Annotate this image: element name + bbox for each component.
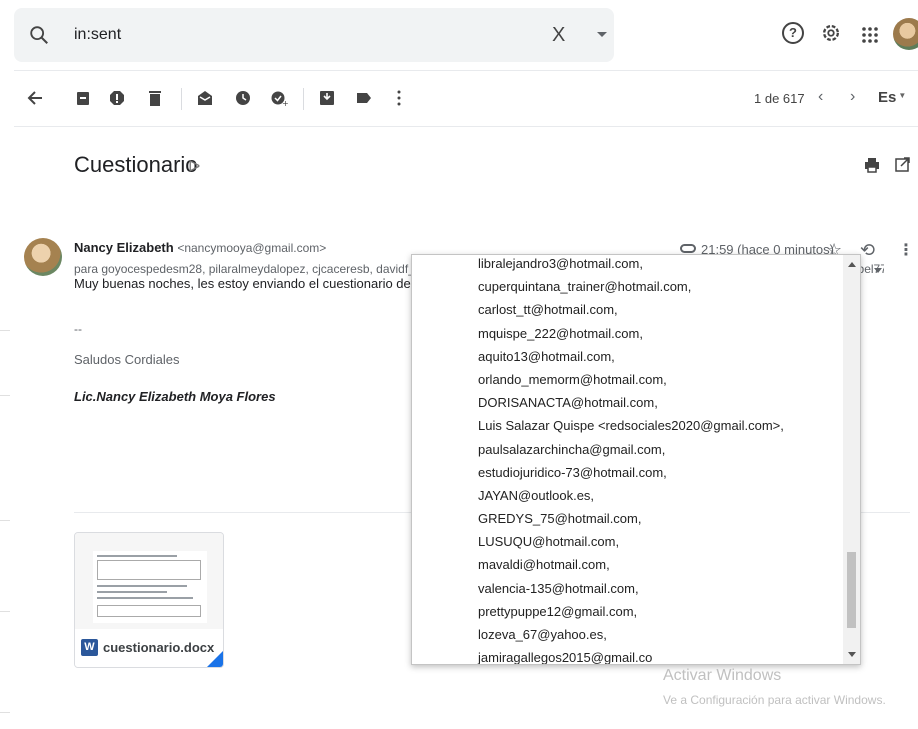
autocomplete-item[interactable]: aquito13@hotmail.com, — [478, 345, 784, 368]
back-arrow-icon[interactable] — [26, 89, 44, 107]
search-options-dropdown-icon[interactable] — [597, 32, 607, 37]
left-edge-mark — [0, 712, 10, 713]
svg-text:+: + — [282, 99, 288, 107]
message-more-icon[interactable]: ⋮ — [898, 240, 914, 260]
print-icon[interactable] — [864, 157, 880, 173]
previous-button[interactable]: ‹ — [818, 88, 823, 106]
autocomplete-item[interactable]: orlando_memorm@hotmail.com, — [478, 368, 784, 391]
autocomplete-item[interactable]: paulsalazarchincha@gmail.com, — [478, 438, 784, 461]
autocomplete-item[interactable]: Luis Salazar Quispe <redsociales2020@gma… — [478, 414, 784, 437]
autocomplete-item[interactable]: jamiragallegos2015@gmail.co — [478, 646, 784, 664]
sender-line: Nancy Elizabeth <nancymooya@gmail.com> — [74, 240, 326, 255]
search-bar[interactable]: X — [14, 8, 614, 62]
reply-icon[interactable]: ⟲ — [860, 240, 875, 261]
attachment-card[interactable]: W cuestionario.docx — [74, 532, 224, 668]
scrollbar-thumb[interactable] — [847, 552, 856, 628]
autocomplete-item[interactable]: prettypuppe12@gmail.com, — [478, 600, 784, 623]
regards-text: Saludos Cordiales — [74, 352, 180, 367]
left-edge-mark — [0, 395, 10, 396]
sender-name[interactable]: Nancy Elizabeth — [74, 240, 174, 255]
pager-count: 1 de 617 — [754, 91, 805, 106]
apps-grid-icon[interactable] — [860, 25, 880, 45]
attachment-corner-fold — [205, 649, 223, 667]
autocomplete-item[interactable]: GREDYS_75@hotmail.com, — [478, 507, 784, 530]
email-autocomplete-dropdown[interactable]: libralejandro3@hotmail.com, cuperquintana… — [411, 254, 861, 665]
input-tools-language-button[interactable]: Es ▼ — [878, 89, 906, 106]
attachment-footer: W cuestionario.docx — [75, 629, 223, 667]
importance-marker-icon[interactable]: ᐅ — [188, 157, 200, 177]
windows-activation-title: Activar Windows — [663, 667, 782, 684]
autocomplete-item[interactable]: DORISANACTA@hotmail.com, — [478, 391, 784, 414]
autocomplete-item[interactable]: valencia-135@hotmail.com, — [478, 577, 784, 600]
signature-separator: -- — [74, 322, 82, 336]
report-spam-icon[interactable] — [108, 89, 126, 107]
autocomplete-list: libralejandro3@hotmail.com, cuperquintana… — [478, 255, 784, 664]
open-new-window-icon[interactable] — [895, 157, 910, 172]
language-label: Es — [878, 89, 897, 106]
autocomplete-item[interactable]: libralejandro3@hotmail.com, — [478, 255, 784, 275]
sender-email: <nancymooya@gmail.com> — [177, 241, 327, 255]
show-details-chevron-icon[interactable] — [874, 268, 882, 273]
help-icon[interactable]: ? — [782, 22, 804, 44]
autocomplete-item[interactable]: lozeva_67@yahoo.es, — [478, 623, 784, 646]
snooze-clock-icon[interactable] — [234, 89, 252, 107]
next-button[interactable]: › — [850, 88, 855, 106]
left-edge-mark — [0, 330, 10, 331]
mark-unread-icon[interactable] — [196, 89, 214, 107]
scroll-down-arrow-icon[interactable] — [848, 652, 856, 657]
dropdown-scrollbar[interactable] — [843, 255, 860, 664]
clear-search-button[interactable]: X — [552, 24, 565, 47]
add-task-icon[interactable]: + — [270, 89, 288, 107]
signature-name: Lic.Nancy Elizabeth Moya Flores — [74, 389, 276, 404]
scroll-up-arrow-icon[interactable] — [848, 262, 856, 267]
autocomplete-item[interactable]: mavaldi@hotmail.com, — [478, 553, 784, 576]
attachment-filename[interactable]: cuestionario.docx — [103, 640, 214, 655]
move-to-icon[interactable] — [318, 89, 336, 107]
header-divider — [14, 70, 918, 71]
word-document-icon: W — [81, 639, 98, 656]
toolbar-divider-line — [14, 126, 918, 127]
left-edge-mark — [0, 520, 10, 521]
windows-activation-subtitle: Ve a Configuración para activar Windows. — [663, 693, 886, 707]
toolbar-divider — [181, 88, 182, 110]
archive-icon[interactable] — [74, 89, 92, 107]
attachment-thumbnail — [75, 533, 223, 629]
autocomplete-item[interactable]: JAYAN@outlook.es, — [478, 484, 784, 507]
delete-icon[interactable] — [146, 89, 164, 107]
autocomplete-item[interactable]: carlost_tt@hotmail.com, — [478, 298, 784, 321]
label-icon[interactable] — [355, 89, 373, 107]
toolbar-divider — [303, 88, 304, 110]
autocomplete-item[interactable]: mquispe_222@hotmail.com, — [478, 322, 784, 345]
document-preview — [93, 551, 207, 623]
autocomplete-item[interactable]: estudiojuridico-73@hotmail.com, — [478, 461, 784, 484]
account-avatar[interactable] — [893, 18, 918, 50]
chevron-down-icon: ▼ — [898, 91, 907, 100]
search-input[interactable] — [74, 22, 534, 48]
email-subject: Cuestionario — [74, 152, 198, 177]
sender-avatar[interactable] — [24, 238, 62, 276]
autocomplete-item[interactable]: LUSUQU@hotmail.com, — [478, 530, 784, 553]
gear-icon[interactable] — [820, 22, 842, 44]
attachment-clip-icon — [680, 244, 696, 253]
autocomplete-item[interactable]: cuperquintana_trainer@hotmail.com, — [478, 275, 784, 298]
left-edge-mark — [0, 611, 10, 612]
more-options-icon[interactable] — [390, 89, 408, 107]
search-icon[interactable] — [28, 24, 50, 46]
